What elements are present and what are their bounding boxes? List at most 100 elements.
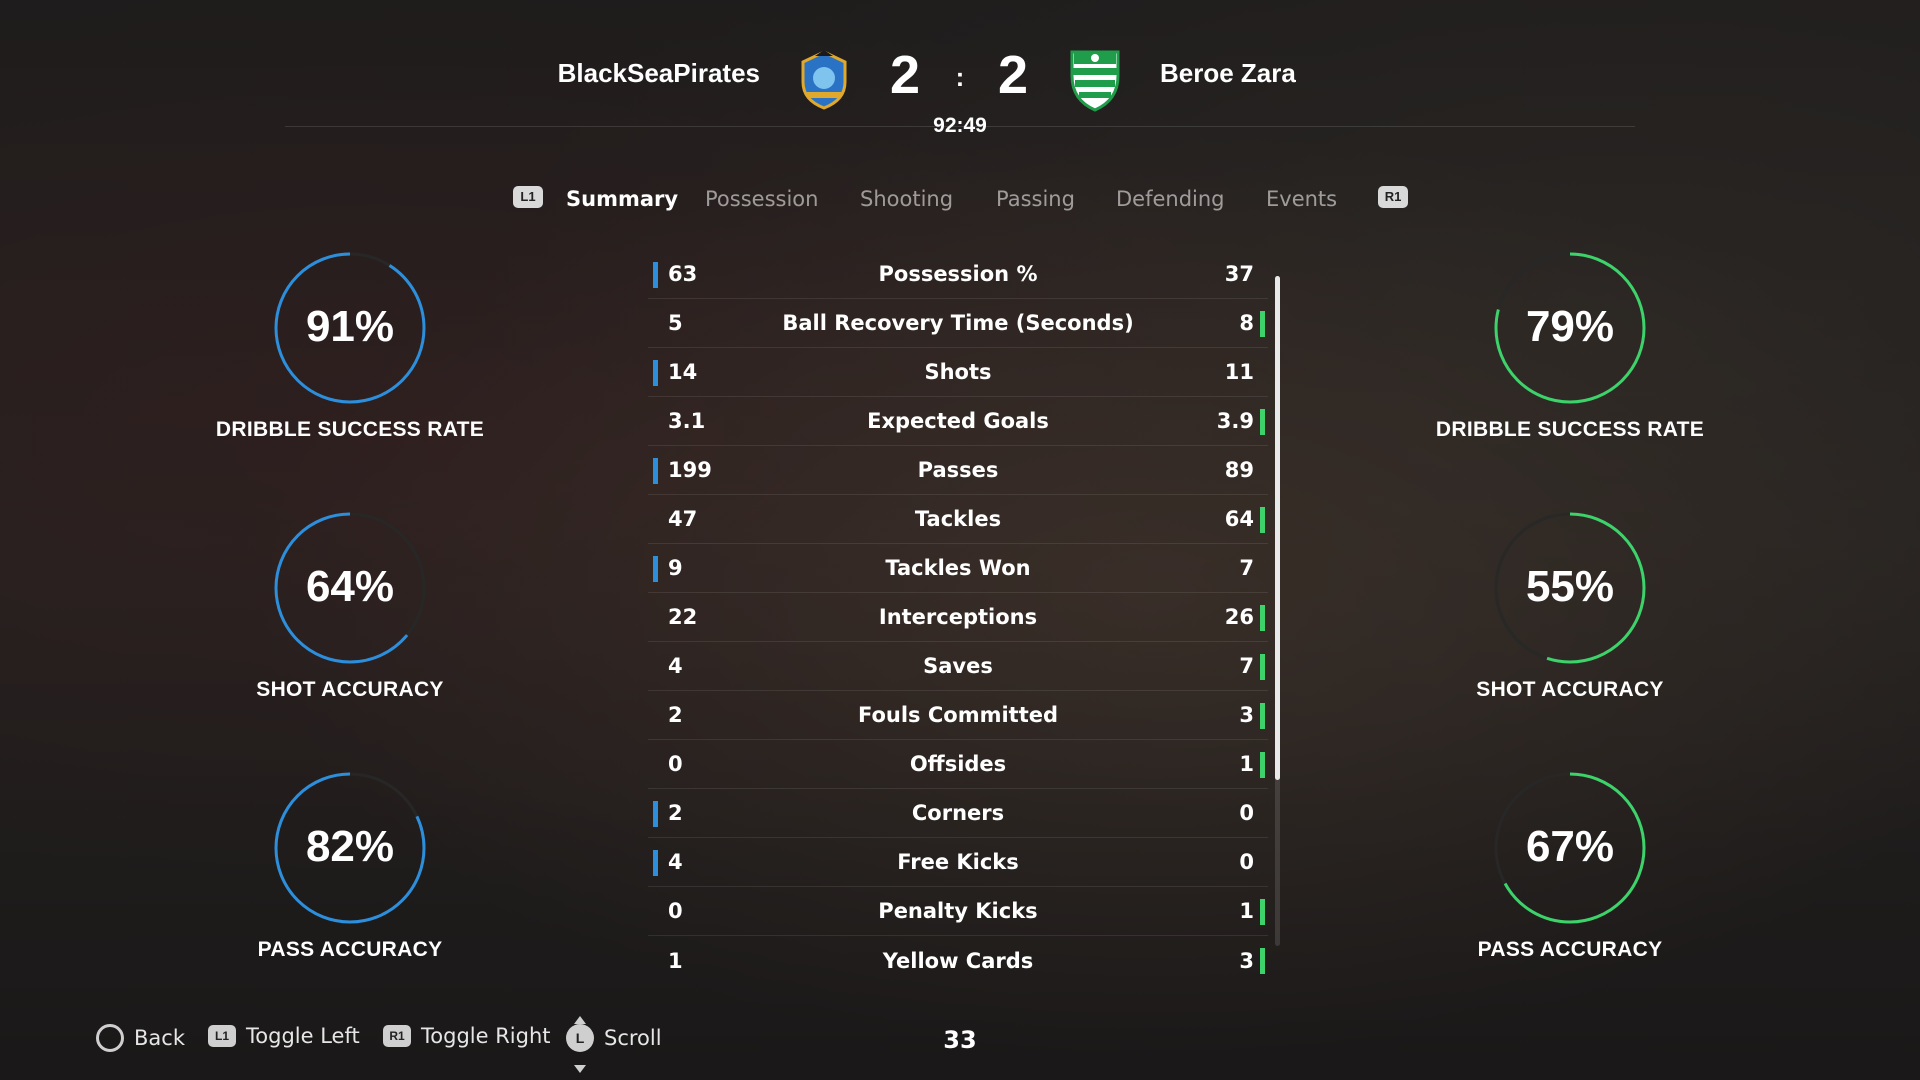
l1-button-icon: L1 — [208, 1025, 236, 1047]
home-stat-value: 199 — [668, 458, 712, 482]
away-leader-bar — [1260, 409, 1265, 435]
toggle-right-button[interactable]: R1 Toggle Right — [383, 1024, 551, 1048]
away-stat-value: 3 — [1239, 703, 1254, 727]
away-team-crest-icon — [1066, 46, 1124, 112]
stat-row: 3.1 Expected Goals 3.9 — [648, 397, 1268, 446]
away-stat-value: 7 — [1239, 654, 1254, 678]
away-stat-value: 8 — [1239, 311, 1254, 335]
stat-name: Saves — [923, 654, 993, 678]
away-leader-bar — [1260, 507, 1265, 533]
scroll-up-arrow-icon — [574, 1009, 586, 1024]
toggle-left-label: Toggle Left — [246, 1024, 360, 1048]
away-leader-bar — [1260, 703, 1265, 729]
away-stat-value: 89 — [1224, 458, 1254, 482]
stat-row: 4 Free Kicks 0 — [648, 838, 1268, 887]
r1-button-icon[interactable]: R1 — [1378, 186, 1408, 208]
away-shot-accuracy-label: SHOT ACCURACY — [1476, 678, 1664, 701]
home-stat-value: 5 — [668, 311, 683, 335]
table-scrollbar-thumb[interactable] — [1275, 276, 1280, 780]
away-leader-bar — [1260, 311, 1265, 337]
away-team-name: Beroe Zara — [1160, 58, 1296, 88]
home-stat-value: 63 — [668, 262, 698, 286]
score-separator: : — [955, 62, 965, 92]
header-divider — [285, 126, 1635, 127]
stat-name: Tackles — [914, 507, 1002, 531]
stat-row: 9 Tackles Won 7 — [648, 544, 1268, 593]
away-stat-value: 26 — [1224, 605, 1254, 629]
stat-name: Tackles Won — [885, 556, 1031, 580]
home-shot-accuracy-value: 64% — [305, 562, 395, 611]
back-label: Back — [134, 1026, 185, 1050]
away-stat-value: 37 — [1224, 262, 1254, 286]
stat-row: 22 Interceptions 26 — [648, 593, 1268, 642]
away-stat-value: 0 — [1239, 801, 1254, 825]
scroll-label: Scroll — [604, 1026, 662, 1050]
home-dribble-label: DRIBBLE SUCCESS RATE — [215, 418, 485, 441]
tab-defending[interactable]: Defending — [1116, 187, 1225, 211]
away-shot-accuracy-value: 55% — [1525, 562, 1615, 611]
scroll-control[interactable]: L Scroll — [566, 1024, 662, 1052]
home-leader-bar — [653, 262, 658, 288]
tab-events[interactable]: Events — [1266, 187, 1337, 211]
stat-name: Possession % — [878, 262, 1038, 286]
stat-row: 63 Possession % 37 — [648, 250, 1268, 299]
toggle-left-button[interactable]: L1 Toggle Left — [208, 1024, 360, 1048]
home-stat-value: 3.1 — [668, 409, 706, 433]
page-number: 33 — [943, 1026, 977, 1054]
stat-name: Fouls Committed — [857, 703, 1059, 727]
away-stat-value: 3.9 — [1216, 409, 1254, 433]
toggle-right-label: Toggle Right — [421, 1024, 551, 1048]
stat-name: Offsides — [909, 752, 1007, 776]
stat-name: Shots — [924, 360, 992, 384]
l1-button-icon[interactable]: L1 — [513, 186, 543, 208]
stat-name: Corners — [911, 801, 1005, 825]
away-leader-bar — [1260, 654, 1265, 680]
stat-row: 0 Offsides 1 — [648, 740, 1268, 789]
home-stat-value: 1 — [668, 948, 683, 973]
tab-possession[interactable]: Possession — [705, 187, 818, 211]
away-leader-bar — [1260, 899, 1265, 925]
home-stat-value: 0 — [668, 752, 683, 776]
stat-row: 4 Saves 7 — [648, 642, 1268, 691]
home-stat-value: 22 — [668, 605, 698, 629]
stat-name: Passes — [917, 458, 999, 482]
away-stat-value: 1 — [1239, 899, 1254, 923]
tab-summary[interactable]: Summary — [566, 187, 678, 211]
away-stat-value: 7 — [1239, 556, 1254, 580]
stat-row: 2 Fouls Committed 3 — [648, 691, 1268, 740]
stat-row: 14 Shots 11 — [648, 348, 1268, 397]
stat-name: Free Kicks — [897, 850, 1019, 874]
home-dribble-value: 91% — [305, 302, 395, 351]
home-pass-accuracy-label: PASS ACCURACY — [257, 938, 443, 961]
left-stick-icon: L — [566, 1024, 594, 1052]
away-pass-accuracy-value: 67% — [1525, 822, 1615, 871]
away-score: 2 — [997, 45, 1029, 105]
stat-name: Expected Goals — [867, 409, 1049, 433]
away-pass-accuracy-label: PASS ACCURACY — [1477, 938, 1663, 961]
home-pass-accuracy-value: 82% — [305, 822, 395, 871]
home-leader-bar — [653, 556, 658, 582]
home-score: 2 — [889, 45, 921, 105]
home-leader-bar — [653, 458, 658, 484]
home-leader-bar — [653, 801, 658, 827]
tab-shooting[interactable]: Shooting — [860, 187, 953, 211]
away-stat-value: 3 — [1239, 948, 1254, 973]
away-dribble-label: DRIBBLE SUCCESS RATE — [1435, 418, 1705, 441]
tab-passing[interactable]: Passing — [996, 187, 1075, 211]
home-stat-value: 4 — [668, 850, 683, 874]
back-button[interactable]: Back — [96, 1024, 185, 1052]
r1-button-icon: R1 — [383, 1025, 411, 1047]
away-leader-bar — [1260, 752, 1265, 778]
stat-name: Ball Recovery Time (Seconds) — [782, 311, 1134, 335]
home-stat-value: 9 — [668, 556, 683, 580]
home-leader-bar — [653, 360, 658, 386]
away-leader-bar — [1260, 948, 1265, 974]
stat-name: Interceptions — [878, 605, 1038, 629]
home-stat-value: 4 — [668, 654, 683, 678]
stat-row: 5 Ball Recovery Time (Seconds) 8 — [648, 299, 1268, 348]
scroll-down-arrow-icon — [574, 1058, 586, 1073]
home-leader-bar — [653, 850, 658, 876]
home-stat-value: 0 — [668, 899, 683, 923]
home-team-crest-icon — [795, 48, 853, 110]
away-stat-value: 1 — [1239, 752, 1254, 776]
